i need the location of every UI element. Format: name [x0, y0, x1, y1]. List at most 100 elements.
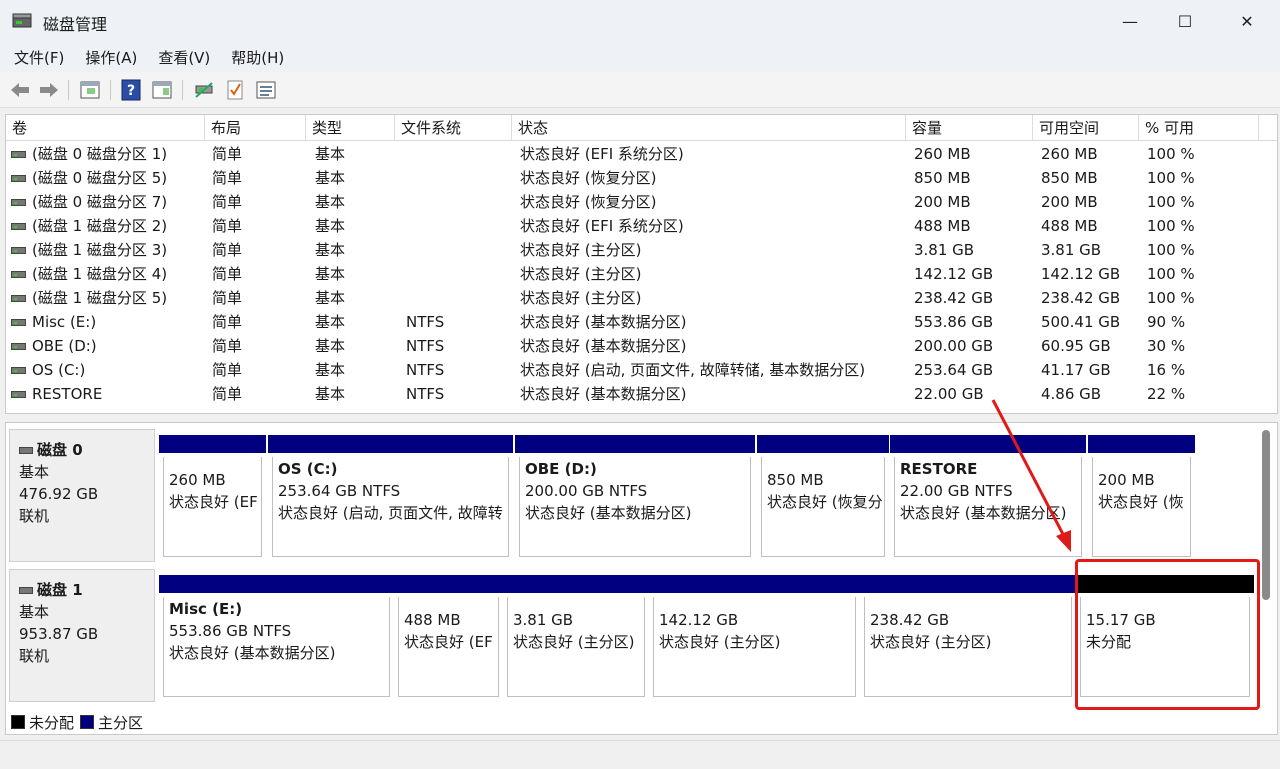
maximize-button[interactable]: ☐ [1158, 0, 1212, 42]
cell-capacity: 142.12 GB [914, 265, 994, 283]
disk-list-button[interactable] [78, 79, 102, 101]
partition-details: 3.81 GB 状态良好 (主分区) [507, 597, 645, 697]
disk-label-0[interactable]: 磁盘 0 基本 476.92 GB 联机 [9, 429, 155, 562]
column-header-layout[interactable]: 布局 [205, 115, 306, 141]
partition-status: 状态良好 (EF [169, 493, 258, 511]
connect-button[interactable] [192, 79, 216, 101]
partition-0-3[interactable]: 850 MB 状态良好 (恢复分 [757, 435, 889, 559]
partition-details: 488 MB 状态良好 (EF [398, 597, 499, 697]
cell-volume-name: OBE (D:) [32, 337, 97, 355]
table-row[interactable]: (磁盘 0 磁盘分区 7) 简单 基本 状态良好 (恢复分区) 200 MB 200 MB… [6, 190, 1277, 214]
back-button[interactable] [8, 79, 32, 101]
table-row[interactable]: (磁盘 1 磁盘分区 5) 简单 基本 状态良好 (主分区) 238.42 GB 238.… [6, 286, 1277, 310]
partition-details: OS (C:) 253.64 GB NTFS 状态良好 (启动, 页面文件, 故障转 [272, 457, 509, 557]
legend-label-primary: 主分区 [98, 713, 144, 732]
cell-layout: 简单 [212, 265, 243, 283]
help-button[interactable]: ? [119, 79, 143, 101]
table-row[interactable]: Misc (E:) 简单 基本 NTFS 状态良好 (基本数据分区) 553.86 GB 5… [6, 310, 1277, 334]
partition-details: 260 MB 状态良好 (EF [163, 457, 262, 557]
partition-bar [649, 575, 860, 593]
partition-1-3[interactable]: 142.12 GB 状态良好 (主分区) [649, 575, 860, 699]
cell-layout: 简单 [212, 217, 243, 235]
volume-icon [11, 391, 26, 398]
cell-percent-free: 100 % [1147, 145, 1195, 163]
cell-layout: 简单 [212, 361, 243, 379]
partition-1-2[interactable]: 3.81 GB 状态良好 (主分区) [503, 575, 649, 699]
table-row[interactable]: (磁盘 0 磁盘分区 1) 简单 基本 状态良好 (EFI 系统分区) 260 MB 26… [6, 142, 1277, 166]
forward-button[interactable] [37, 79, 61, 101]
partition-0-5[interactable]: 200 MB 状态良好 (恢 [1088, 435, 1195, 559]
volume-icon [11, 367, 26, 374]
cell-free-space: 488 MB [1041, 217, 1098, 235]
legend-swatch-primary [80, 715, 95, 729]
column-header-capacity[interactable]: 容量 [906, 115, 1033, 141]
partition-1-1[interactable]: 488 MB 状态良好 (EF [394, 575, 503, 699]
cell-type: 基本 [315, 265, 346, 283]
table-row[interactable]: (磁盘 0 磁盘分区 5) 简单 基本 状态良好 (恢复分区) 850 MB 850 MB… [6, 166, 1277, 190]
partition-0-2[interactable]: OBE (D:) 200.00 GB NTFS 状态良好 (基本数据分区) [515, 435, 755, 559]
volume-icon [11, 319, 26, 326]
partition-0-0[interactable]: 260 MB 状态良好 (EF [159, 435, 266, 559]
table-row[interactable]: OS (C:) 简单 基本 NTFS 状态良好 (启动, 页面文件, 故障转储, 基本数… [6, 358, 1277, 382]
partition-title: OS (C:) [278, 460, 338, 478]
detail-button[interactable] [254, 79, 278, 101]
table-row[interactable]: (磁盘 1 磁盘分区 3) 简单 基本 状态良好 (主分区) 3.81 GB 3.81 G… [6, 238, 1277, 262]
check-button[interactable] [223, 79, 247, 101]
properties-icon [152, 81, 172, 99]
forward-icon [40, 83, 58, 97]
cell-type: 基本 [315, 289, 346, 307]
partition-1-4[interactable]: 238.42 GB 状态良好 (主分区) [860, 575, 1076, 699]
cell-free-space: 200 MB [1041, 193, 1098, 211]
disk-state: 联机 [19, 647, 50, 665]
column-header-percent-free[interactable]: % 可用 [1139, 115, 1259, 141]
volume-icon [11, 151, 26, 158]
minimize-button[interactable]: — [1103, 0, 1157, 42]
cell-capacity: 850 MB [914, 169, 971, 187]
menu-action[interactable]: 操作(A) [85, 47, 137, 68]
partition-details: 142.12 GB 状态良好 (主分区) [653, 597, 856, 697]
table-row[interactable]: (磁盘 1 磁盘分区 4) 简单 基本 状态良好 (主分区) 142.12 GB 142.… [6, 262, 1277, 286]
partition-status: 状态良好 (主分区) [513, 633, 635, 651]
cell-status: 状态良好 (EFI 系统分区) [520, 217, 684, 235]
menu-bar: 文件(F) 操作(A) 查看(V) 帮助(H) [0, 42, 1280, 72]
partition-details: RESTORE 22.00 GB NTFS 状态良好 (基本数据分区) [894, 457, 1082, 557]
disk-label-1[interactable]: 磁盘 1 基本 953.87 GB 联机 [9, 569, 155, 702]
close-button[interactable]: ✕ [1220, 0, 1274, 42]
cell-volume-name: (磁盘 0 磁盘分区 1) [32, 145, 168, 163]
cell-layout: 简单 [212, 145, 243, 163]
cell-status: 状态良好 (主分区) [520, 241, 642, 259]
cell-layout: 简单 [212, 313, 243, 331]
menu-file[interactable]: 文件(F) [14, 47, 64, 68]
column-header-filesystem[interactable]: 文件系统 [395, 115, 512, 141]
table-row[interactable]: (磁盘 1 磁盘分区 2) 简单 基本 状态良好 (EFI 系统分区) 488 MB 48… [6, 214, 1277, 238]
partition-0-1[interactable]: OS (C:) 253.64 GB NTFS 状态良好 (启动, 页面文件, 故障转 [268, 435, 513, 559]
partition-0-4[interactable]: RESTORE 22.00 GB NTFS 状态良好 (基本数据分区) [890, 435, 1086, 559]
partition-bar [159, 435, 266, 453]
cell-capacity: 200 MB [914, 193, 971, 211]
disk-size: 476.92 GB [19, 485, 99, 503]
cell-type: 基本 [315, 241, 346, 259]
cell-free-space: 850 MB [1041, 169, 1098, 187]
partition-status: 状态良好 (启动, 页面文件, 故障转 [278, 504, 503, 522]
table-row[interactable]: OBE (D:) 简单 基本 NTFS 状态良好 (基本数据分区) 200.00 GB 60… [6, 334, 1277, 358]
menu-help[interactable]: 帮助(H) [231, 47, 284, 68]
partition-status: 状态良好 (基本数据分区) [169, 644, 336, 662]
properties-button[interactable] [150, 79, 174, 101]
vertical-scrollbar[interactable] [1262, 430, 1270, 600]
partition-bar [268, 435, 513, 453]
column-header-volume[interactable]: 卷 [6, 115, 205, 141]
toolbar: ? [0, 72, 1280, 108]
column-header-status[interactable]: 状态 [512, 115, 906, 141]
disk-name-text: 磁盘 1 [37, 581, 83, 599]
menu-view[interactable]: 查看(V) [158, 47, 210, 68]
column-header-free-space[interactable]: 可用空间 [1033, 115, 1139, 141]
cell-free-space: 41.17 GB [1041, 361, 1111, 379]
column-header-type[interactable]: 类型 [306, 115, 395, 141]
cell-filesystem [406, 142, 516, 166]
volume-icon [11, 175, 26, 182]
partition-title: OBE (D:) [525, 460, 597, 478]
cell-filesystem: NTFS [406, 361, 445, 379]
table-row[interactable]: RESTORE 简单 基本 NTFS 状态良好 (基本数据分区) 22.00 GB 4.86… [6, 382, 1277, 406]
partition-1-0[interactable]: Misc (E:) 553.86 GB NTFS 状态良好 (基本数据分区) [159, 575, 394, 699]
volume-icon [11, 199, 26, 206]
